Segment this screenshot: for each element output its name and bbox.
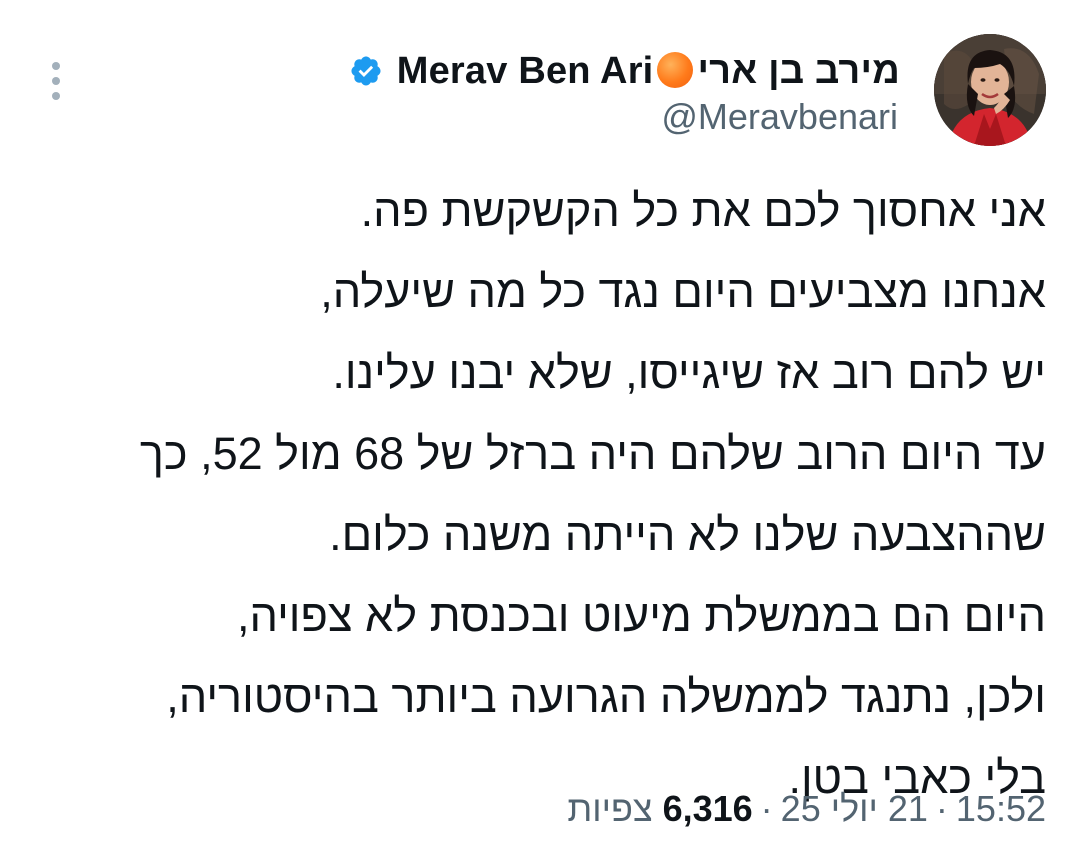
tweet-line: אני אחסוך לכם את כל הקשקשת פה. <box>360 185 1046 236</box>
meta-separator: · <box>760 788 773 829</box>
author-name-en: Merav Ben Ari <box>396 49 654 92</box>
avatar[interactable] <box>934 34 1046 146</box>
meta-separator: · <box>935 788 948 829</box>
tweet-line: היום הם בממשלת מיעוט ובכנסת לא צפויה, <box>237 590 1046 641</box>
author-name-he: מירב בן ארי <box>697 49 900 92</box>
author-handle[interactable]: @Meravbenari <box>661 96 898 138</box>
tweet-line: יש להם רוב אז שיגייסו, שלא יבנו עלינו. <box>332 347 1046 398</box>
tweet-meta: 15:52·21 יולי 25·6,316 צפיות <box>567 788 1046 830</box>
tweet-date[interactable]: 21 יולי 25 <box>781 788 928 829</box>
verified-badge-icon <box>349 54 383 88</box>
more-dot <box>52 92 60 100</box>
tweet-line: שההצבעה שלנו לא הייתה משנה כלום. <box>329 509 1046 560</box>
orange-circle-icon <box>657 52 694 89</box>
author-name-row[interactable]: Merav Ben Ari מירב בן ארי <box>349 44 900 98</box>
more-dot <box>52 62 60 70</box>
views-label: צפיות <box>567 788 653 829</box>
tweet-card: Merav Ben Ari מירב בן ארי @Meravbenari אנ… <box>0 0 1080 851</box>
tweet-line: עד היום הרוב שלהם היה ברזל של 68 מול 52,… <box>139 428 1046 479</box>
tweet-text: אני אחסוך לכם את כל הקשקשת פה. אנחנו מצב… <box>26 170 1046 818</box>
tweet-line: ולכן, נתנגד לממשלה הגרועה ביותר בהיסטורי… <box>166 671 1046 722</box>
more-dot <box>52 77 60 85</box>
more-options-icon[interactable] <box>44 58 68 104</box>
tweet-time[interactable]: 15:52 <box>956 788 1046 829</box>
views-count: 6,316 <box>662 788 753 829</box>
author-display-name: Merav Ben Ari מירב בן ארי <box>397 50 900 93</box>
tweet-line: אנחנו מצביעים היום נגד כל מה שיעלה, <box>320 266 1046 317</box>
